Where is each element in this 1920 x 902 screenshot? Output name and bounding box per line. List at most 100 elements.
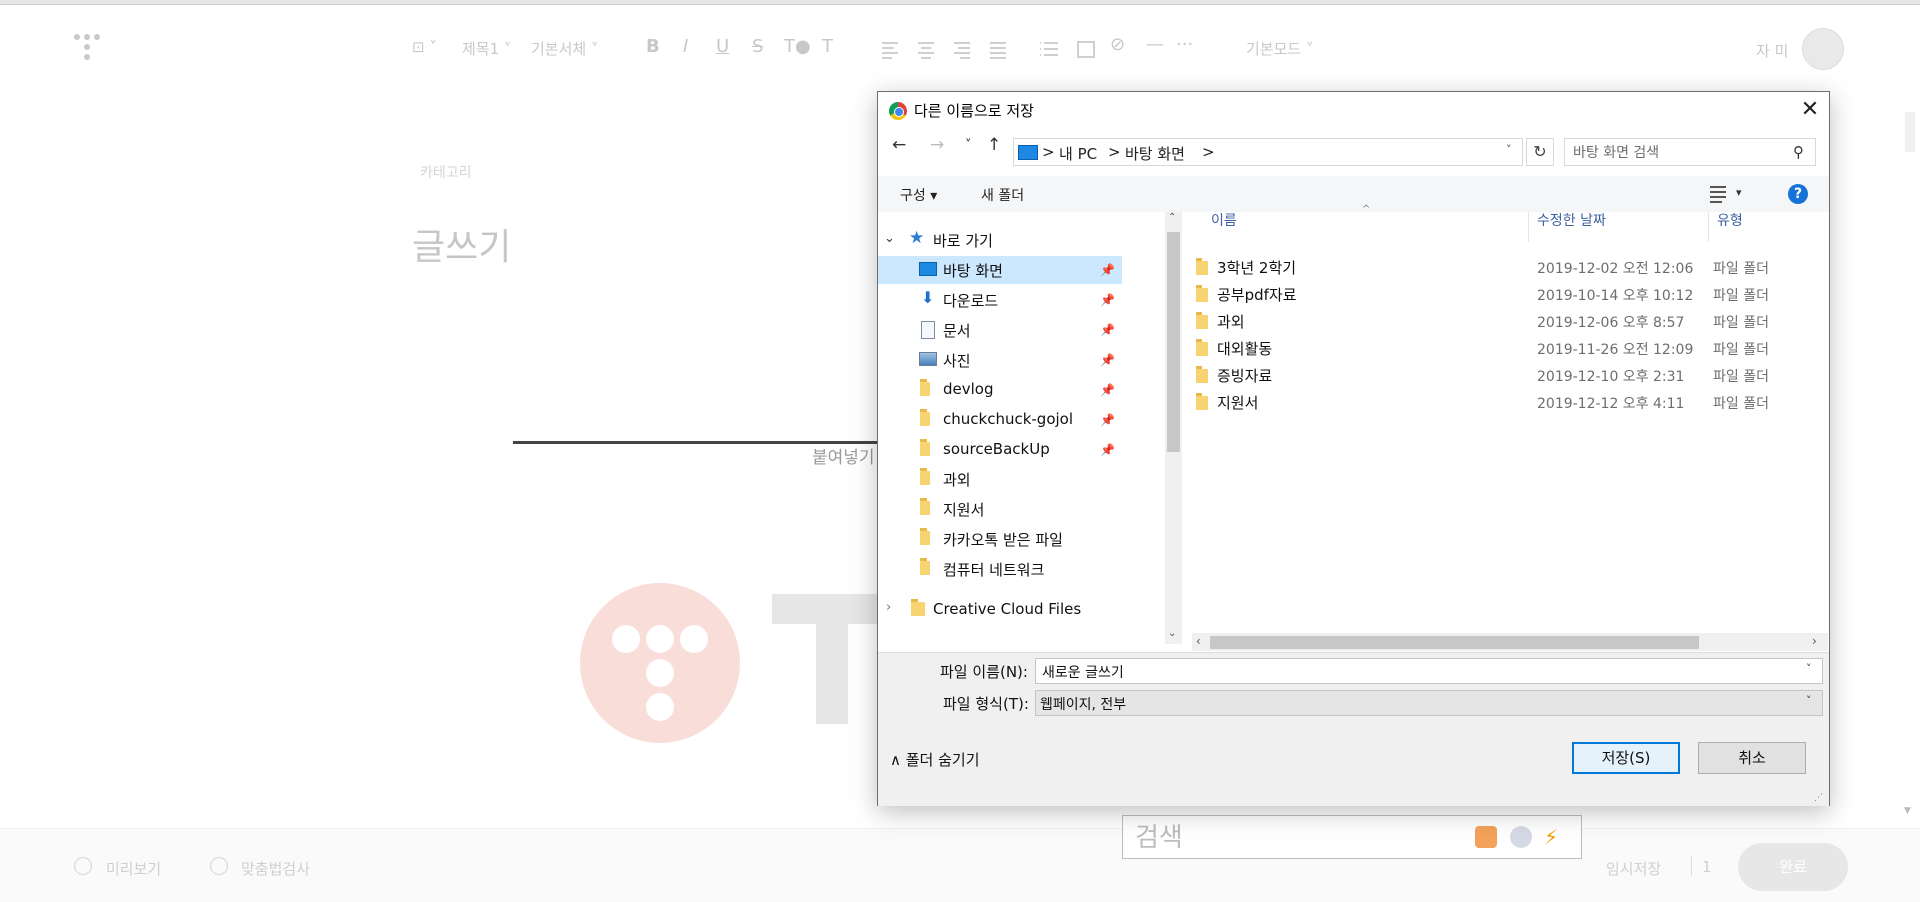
- folder-search-input[interactable]: [1571, 142, 1775, 164]
- view-options-button[interactable]: ▾: [1710, 186, 1750, 204]
- more-icon[interactable]: ···: [1176, 34, 1193, 55]
- chevron-down-icon[interactable]: ˅: [1506, 143, 1512, 156]
- pin-icon[interactable]: 📌: [1100, 413, 1115, 427]
- sidebar-item-desktop[interactable]: 바탕 화면 📌: [878, 256, 1122, 284]
- pin-icon[interactable]: 📌: [1100, 353, 1115, 367]
- pin-icon[interactable]: 📌: [1100, 263, 1115, 277]
- breadcrumb-separator[interactable]: >: [1042, 143, 1055, 161]
- category-select[interactable]: 카테고리: [420, 162, 472, 182]
- user-name[interactable]: 자 미: [1756, 40, 1788, 61]
- chevron-down-icon[interactable]: ˅: [1806, 694, 1812, 707]
- scroll-left-icon[interactable]: ‹: [1196, 634, 1201, 648]
- ime-search-box[interactable]: ⚡: [1122, 815, 1582, 859]
- underline-button[interactable]: U: [716, 36, 729, 57]
- sidebar-item-tutoring[interactable]: 과외: [878, 465, 1122, 493]
- heading-select[interactable]: 제목1 ˅: [462, 38, 511, 59]
- pin-icon[interactable]: 📌: [1100, 293, 1115, 307]
- chevron-down-icon[interactable]: ˅: [1806, 662, 1812, 675]
- address-bar[interactable]: > 내 PC > 바탕 화면 > ˅: [1013, 138, 1523, 166]
- sidebar-item-creative-cloud[interactable]: › Creative Cloud Files: [878, 596, 1122, 624]
- breadcrumb-desktop[interactable]: 바탕 화면: [1125, 143, 1185, 164]
- ime-search-input[interactable]: [1133, 822, 1437, 854]
- back-button[interactable]: ←: [892, 135, 906, 155]
- lightning-icon[interactable]: ⚡: [1544, 826, 1566, 848]
- sidebar-item-sourcebackup[interactable]: sourceBackUp 📌: [878, 436, 1122, 464]
- breadcrumb-separator[interactable]: >: [1108, 143, 1121, 161]
- help-button[interactable]: ?: [1788, 184, 1808, 204]
- filename-field[interactable]: ˅: [1035, 658, 1823, 684]
- divider-icon[interactable]: —: [1146, 34, 1164, 55]
- column-modified[interactable]: 수정한 날짜: [1537, 210, 1606, 230]
- image-insert-button[interactable]: ⊡ ˅: [412, 38, 437, 56]
- bold-button[interactable]: B: [646, 36, 660, 57]
- refresh-button[interactable]: ↻: [1526, 138, 1554, 166]
- sidebar-item-devlog[interactable]: devlog 📌: [878, 376, 1122, 404]
- file-row[interactable]: 지원서 2019-12-12 오후 4:11 파일 폴더: [1196, 389, 1816, 415]
- forward-button[interactable]: →: [930, 135, 944, 155]
- file-list-h-scrollbar[interactable]: ‹ ›: [1192, 633, 1828, 651]
- pin-icon[interactable]: 📌: [1100, 383, 1115, 397]
- sidebar-item-downloads[interactable]: ⬇ 다운로드 📌: [878, 286, 1122, 314]
- scroll-down-icon[interactable]: ⌄: [1168, 628, 1176, 639]
- avatar[interactable]: [1802, 28, 1844, 70]
- resize-grip-icon[interactable]: ⋰: [1814, 793, 1823, 803]
- font-select[interactable]: 기본서체 ˅: [531, 38, 598, 59]
- preview-button[interactable]: 미리보기: [106, 858, 161, 879]
- dictionary-icon[interactable]: [1475, 826, 1497, 848]
- post-title-input[interactable]: 글쓰기: [412, 218, 511, 270]
- editor-mode-select[interactable]: 기본모드 ˅: [1246, 38, 1313, 59]
- temp-save-count[interactable]: 1: [1702, 858, 1712, 876]
- column-name[interactable]: 이름: [1211, 210, 1237, 230]
- sidebar-item-pictures[interactable]: 사진 📌: [878, 346, 1122, 374]
- recent-locations-button[interactable]: ˅: [965, 138, 972, 153]
- nav-pane-scrollbar[interactable]: ⌃ ⌄: [1165, 212, 1182, 644]
- column-type[interactable]: 유형: [1717, 210, 1743, 230]
- pin-icon[interactable]: 📌: [1100, 323, 1115, 337]
- pin-icon[interactable]: 📌: [1100, 443, 1115, 457]
- target-icon[interactable]: [1510, 826, 1532, 848]
- scroll-up-icon[interactable]: ⌃: [1168, 212, 1176, 223]
- up-button[interactable]: ↑: [987, 135, 1001, 155]
- breadcrumb-separator[interactable]: >: [1202, 143, 1215, 161]
- sidebar-item-applications[interactable]: 지원서: [878, 495, 1122, 523]
- organize-menu[interactable]: 구성 ▾: [900, 185, 937, 205]
- cancel-button[interactable]: 취소: [1698, 742, 1806, 774]
- search-icon[interactable]: ⚲: [1793, 143, 1804, 161]
- hide-folders-button[interactable]: ∧ 폴더 숨기기: [890, 749, 980, 770]
- filetype-select[interactable]: 웹페이지, 전부 ˅: [1035, 690, 1823, 716]
- sidebar-item-documents[interactable]: 문서 📌: [878, 316, 1122, 344]
- spellcheck-button[interactable]: 맞춤법검사: [241, 858, 310, 879]
- tistory-logo[interactable]: [74, 34, 106, 66]
- file-row[interactable]: 과외 2019-12-06 오후 8:57 파일 폴더: [1196, 308, 1816, 334]
- column-divider[interactable]: [1708, 212, 1709, 242]
- save-button[interactable]: 저장(S): [1572, 742, 1680, 774]
- folder-search-box[interactable]: ⚲: [1564, 138, 1816, 166]
- temp-save-button[interactable]: 임시저장: [1606, 858, 1661, 879]
- text-color-button[interactable]: T●: [784, 36, 811, 57]
- scrollbar-thumb[interactable]: [1210, 636, 1699, 649]
- clear-format-button[interactable]: T: [822, 36, 833, 57]
- link-icon[interactable]: ⊘: [1110, 34, 1125, 55]
- file-row[interactable]: 대외활동 2019-11-26 오전 12:09 파일 폴더: [1196, 335, 1816, 361]
- scrollbar-thumb[interactable]: [1167, 232, 1180, 452]
- italic-button[interactable]: I: [683, 36, 688, 57]
- page-scrollbar[interactable]: [1905, 112, 1915, 152]
- file-row[interactable]: 3학년 2학기 2019-12-02 오전 12:06 파일 폴더: [1196, 254, 1816, 280]
- close-button[interactable]: ✕: [1796, 96, 1824, 124]
- publish-button[interactable]: 완료: [1738, 843, 1848, 891]
- scroll-right-icon[interactable]: ›: [1812, 634, 1817, 648]
- nav-quick-access[interactable]: ⌄ ★ 바로 가기: [878, 226, 1122, 254]
- scroll-down-icon[interactable]: ▼: [1904, 806, 1911, 816]
- strikethrough-button[interactable]: S: [752, 36, 763, 57]
- sidebar-item-chuckchuck-gojol[interactable]: chuckchuck-gojol 📌: [878, 406, 1122, 434]
- column-divider[interactable]: [1528, 212, 1529, 242]
- chevron-down-icon[interactable]: ▾: [1736, 186, 1742, 199]
- new-folder-button[interactable]: 새 폴더: [981, 185, 1024, 205]
- breadcrumb-pc[interactable]: 내 PC: [1059, 143, 1097, 164]
- editor-format-icons[interactable]: [880, 40, 1100, 60]
- file-row[interactable]: 증빙자료 2019-12-10 오후 2:31 파일 폴더: [1196, 362, 1816, 388]
- sidebar-item-kakaotalk[interactable]: 카카오톡 받은 파일: [878, 525, 1122, 553]
- chevron-right-icon[interactable]: ›: [886, 600, 891, 615]
- file-row[interactable]: 공부pdf자료 2019-10-14 오후 10:12 파일 폴더: [1196, 281, 1816, 307]
- filename-input[interactable]: [1040, 662, 1764, 682]
